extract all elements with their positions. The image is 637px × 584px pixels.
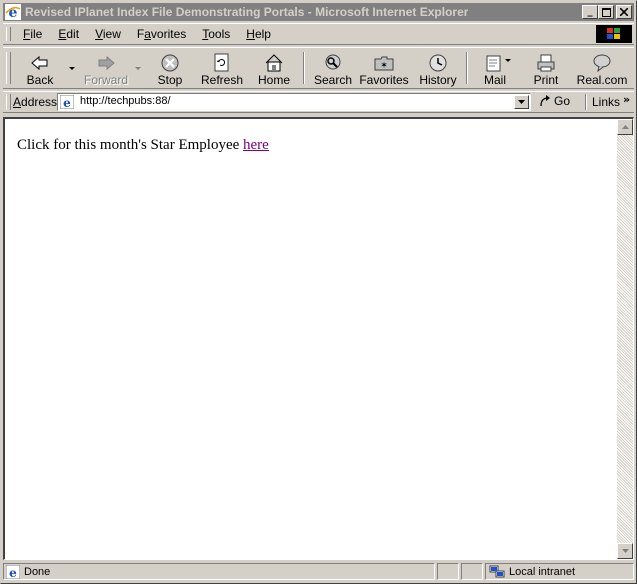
menu-tools[interactable]: Tools: [194, 27, 238, 41]
page-ie-icon: e: [60, 95, 74, 109]
history-button[interactable]: History: [413, 50, 463, 88]
search-button[interactable]: Search: [308, 50, 358, 88]
back-dropdown-icon[interactable]: [69, 66, 75, 72]
menu-bar: File Edit View Favorites Tools Help: [3, 23, 634, 45]
maximize-button[interactable]: [598, 5, 614, 19]
page-done-icon: e: [6, 564, 20, 579]
status-bar: e Done Local intranet: [3, 562, 634, 581]
toolbar-separator: [466, 52, 468, 84]
standard-toolbar: Back Forward Stop Refresh Home Search ✶ …: [3, 47, 634, 89]
stop-button[interactable]: Stop: [145, 50, 195, 88]
back-button[interactable]: Back: [15, 50, 65, 88]
scroll-down-icon: [621, 549, 629, 553]
local-intranet-icon: [489, 565, 505, 577]
address-url: http://techpubs:88/: [80, 95, 171, 107]
menu-file[interactable]: File: [15, 27, 50, 41]
menu-edit[interactable]: Edit: [50, 27, 87, 41]
menu-help[interactable]: Help: [238, 27, 279, 41]
forward-dropdown-icon[interactable]: [135, 66, 141, 72]
print-button[interactable]: Print: [521, 50, 571, 88]
scroll-up-button[interactable]: [617, 119, 633, 135]
forward-arrow-icon: [98, 55, 115, 71]
real-speech-bubble-icon: [593, 54, 611, 73]
svg-text:e: e: [63, 96, 71, 109]
minimize-button[interactable]: _: [582, 5, 598, 19]
address-bar: Address e http://techpubs:88/ Go Links »: [3, 91, 634, 113]
ie-logo-icon: e: [5, 4, 21, 20]
address-input[interactable]: e http://techpubs:88/: [57, 93, 531, 111]
address-label: Address: [13, 95, 58, 109]
go-button[interactable]: Go: [538, 94, 570, 108]
home-icon: [265, 54, 283, 72]
home-button[interactable]: Home: [249, 50, 299, 88]
close-icon: [620, 8, 628, 16]
links-toolbar[interactable]: Links: [592, 95, 620, 109]
realcom-button[interactable]: Real.com: [573, 50, 631, 88]
mail-icon: [486, 55, 501, 72]
close-button[interactable]: [616, 5, 632, 19]
address-grip[interactable]: [6, 94, 11, 110]
toolbar-grip[interactable]: [6, 52, 11, 84]
mail-button[interactable]: Mail: [470, 50, 520, 88]
links-separator: [585, 94, 587, 110]
status-pane-empty: [461, 563, 483, 580]
chevron-down-icon: [518, 100, 525, 104]
title-bar[interactable]: e Revised IPlanet Index File Demonstrati…: [3, 3, 634, 21]
svg-text:✶: ✶: [380, 60, 388, 70]
scroll-down-button[interactable]: [617, 543, 633, 559]
toolbar-separator: [303, 52, 305, 84]
mail-dropdown-icon[interactable]: [505, 58, 511, 64]
svg-text:e: e: [9, 566, 17, 579]
minimize-icon: _: [587, 6, 593, 17]
stop-icon: [161, 54, 179, 72]
menu-favorites[interactable]: Favorites: [129, 27, 194, 41]
menu-view[interactable]: View: [87, 27, 129, 41]
status-text-pane: e Done: [3, 563, 435, 580]
windows-logo-icon: [596, 25, 632, 43]
browser-window: e Revised IPlanet Index File Demonstrati…: [0, 0, 637, 584]
favorites-folder-icon: ✶: [374, 56, 394, 71]
forward-button[interactable]: Forward: [81, 50, 131, 88]
scroll-up-icon: [621, 125, 629, 129]
maximize-icon: [601, 7, 611, 17]
page-body-text: Click for this month's Star Employee her…: [17, 137, 269, 153]
window-title: Revised IPlanet Index File Demonstrating…: [25, 5, 469, 19]
back-arrow-icon: [31, 55, 48, 71]
favorites-button[interactable]: ✶ Favorites: [359, 50, 409, 88]
address-dropdown-button[interactable]: [514, 95, 529, 109]
search-icon: [325, 54, 341, 70]
here-link[interactable]: here: [243, 137, 269, 153]
page-content: Click for this month's Star Employee her…: [3, 117, 634, 560]
go-arrow-icon: [540, 95, 550, 107]
status-text: Done: [24, 565, 51, 578]
refresh-button[interactable]: Refresh: [197, 50, 247, 88]
security-zone-pane[interactable]: Local intranet: [485, 563, 634, 580]
menu-grip[interactable]: [6, 27, 11, 41]
refresh-icon: [214, 53, 229, 72]
zone-label: Local intranet: [509, 565, 576, 578]
links-chevron-icon[interactable]: »: [623, 93, 630, 106]
history-clock-icon: [429, 54, 447, 72]
vertical-scrollbar[interactable]: [617, 119, 633, 559]
printer-icon: [537, 54, 555, 72]
status-pane-empty: [437, 563, 459, 580]
